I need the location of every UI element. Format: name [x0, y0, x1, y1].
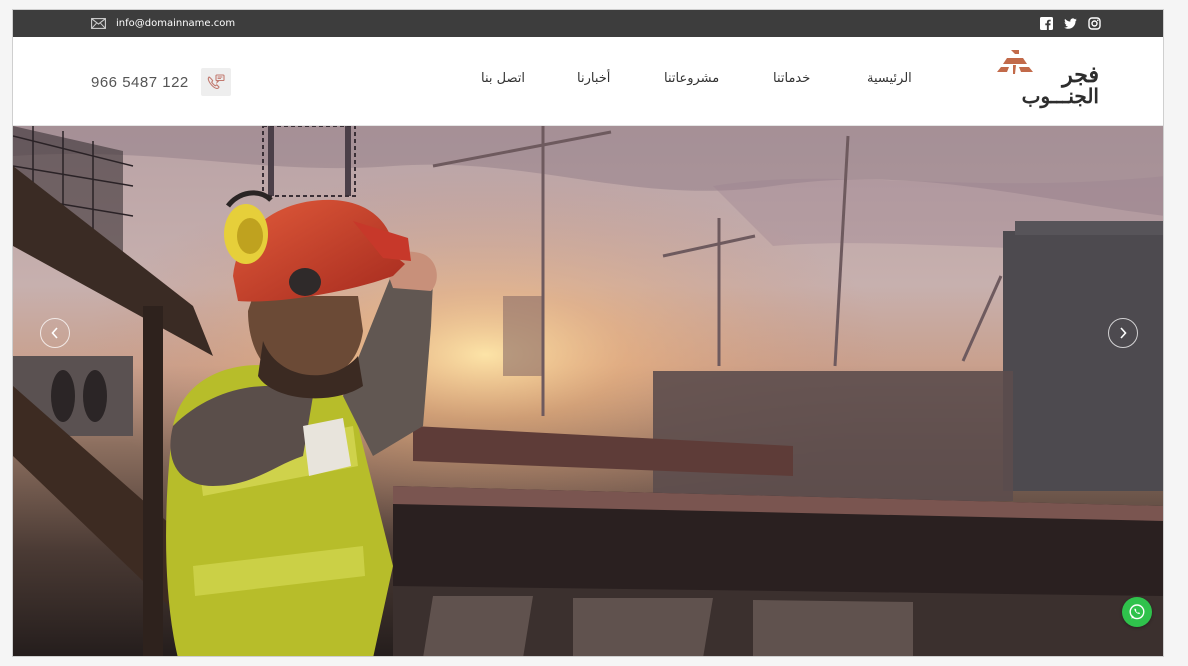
twitter-icon[interactable] [1064, 17, 1077, 30]
nav-news[interactable]: أخبارنا [577, 71, 610, 86]
main-nav: اتصل بنا أخبارنا مشروعاتنا خدماتنا الرئي… [453, 37, 913, 126]
logo-mark [997, 50, 1033, 74]
email-contact[interactable]: info@domainname.com [91, 10, 235, 37]
social-links [1040, 10, 1101, 37]
hero-slider [13, 126, 1163, 656]
whatsapp-icon [1129, 604, 1145, 620]
phone-icon [200, 68, 231, 96]
nav-home[interactable]: الرئيسية [867, 71, 912, 86]
logo-text-line2: الجنـــوب [1021, 84, 1099, 108]
envelope-icon [91, 18, 106, 29]
browser-frame: info@domainname.com 966 5487 122 اتصل بن… [12, 9, 1164, 657]
chevron-right-icon [1120, 327, 1127, 339]
email-text[interactable]: info@domainname.com [116, 18, 235, 29]
top-bar: info@domainname.com [13, 10, 1163, 37]
slider-prev-button[interactable] [40, 318, 70, 348]
nav-services[interactable]: خدماتنا [773, 71, 810, 86]
phone-number[interactable]: 966 5487 122 [91, 74, 189, 91]
site-header: 966 5487 122 اتصل بنا أخبارنا مشروعاتنا … [13, 37, 1163, 126]
instagram-icon[interactable] [1088, 17, 1101, 30]
facebook-icon[interactable] [1040, 17, 1053, 30]
hero-image [13, 126, 1163, 656]
site-logo[interactable]: فجر الجنـــوب [991, 48, 1103, 114]
phone-contact[interactable]: 966 5487 122 [91, 68, 231, 96]
whatsapp-button[interactable] [1122, 597, 1152, 627]
slider-next-button[interactable] [1108, 318, 1138, 348]
chevron-left-icon [51, 327, 58, 339]
nav-contact[interactable]: اتصل بنا [481, 71, 525, 86]
nav-projects[interactable]: مشروعاتنا [664, 71, 719, 86]
